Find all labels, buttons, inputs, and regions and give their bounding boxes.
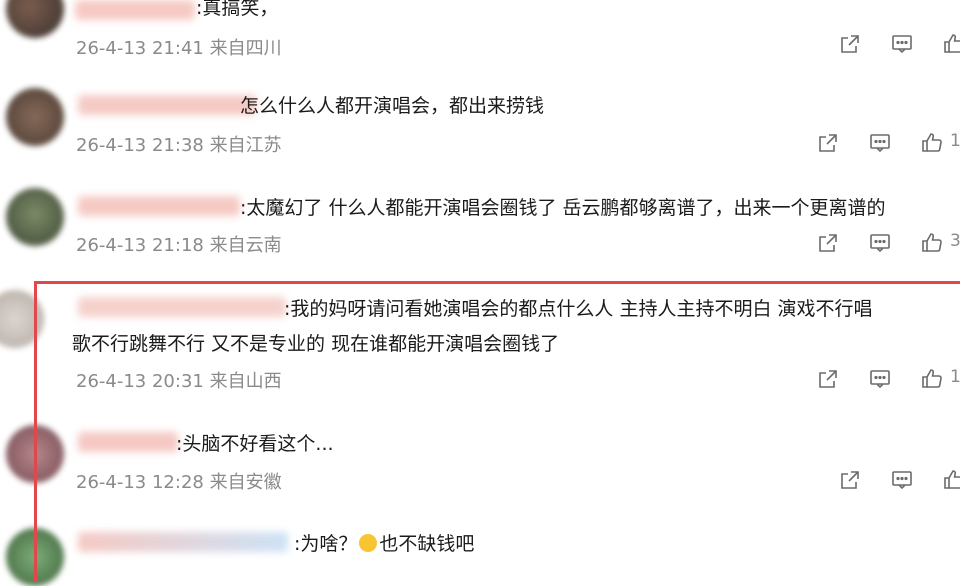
comment-actions <box>838 32 960 56</box>
comment-text: :头脑不好看这个... <box>176 433 334 455</box>
comment-text-continued: 歌不行跳舞不行 又不是专业的 现在谁都能开演唱会圈钱了 <box>72 333 560 355</box>
comment-meta: 26-4-13 21:18 来自云南 <box>76 235 282 256</box>
avatar[interactable] <box>6 425 64 483</box>
share-icon[interactable] <box>838 32 864 56</box>
comment-icon[interactable] <box>868 231 894 255</box>
share-icon[interactable] <box>816 131 842 155</box>
comment-icon[interactable] <box>890 32 916 56</box>
comment-text: :真搞笑， <box>196 0 279 19</box>
thumbs-up-icon[interactable]: 1 <box>920 131 960 155</box>
username-blurred[interactable] <box>75 0 195 20</box>
comment-actions: 1 <box>816 131 960 155</box>
comment-text: :我的妈呀请问看她演唱会的都点什么人 主持人主持不明白 演戏不行唱 <box>284 298 873 320</box>
avatar[interactable] <box>6 88 64 146</box>
share-icon[interactable] <box>838 468 864 492</box>
comment-text: :为啥？ 也不缺钱吧 <box>294 530 474 558</box>
thumbs-up-icon[interactable] <box>942 468 960 492</box>
thumbs-up-icon[interactable]: 3 <box>920 231 960 255</box>
comment-text-part: :为啥？ <box>294 533 358 555</box>
comment-text: 怎么什么人都开演唱会，都出来捞钱 <box>240 95 545 117</box>
like-count: 3 <box>950 231 960 251</box>
comment-text: :太魔幻了 什么人都能开演唱会圈钱了 岳云鹏都够离谱了，出来一个更离谱的 <box>240 197 886 219</box>
share-icon[interactable] <box>816 367 842 391</box>
avatar[interactable] <box>6 188 64 246</box>
like-count: 1 <box>950 131 960 151</box>
avatar[interactable] <box>6 528 64 586</box>
comment-icon[interactable] <box>890 468 916 492</box>
comment-meta: 26-4-13 20:31 来自山西 <box>76 371 282 392</box>
username-blurred[interactable] <box>78 297 286 317</box>
comment-meta: 26-4-13 21:38 来自江苏 <box>76 135 282 156</box>
share-icon[interactable] <box>816 231 842 255</box>
comment-meta: 26-4-13 21:41 来自四川 <box>76 38 282 59</box>
comment-actions: 1 <box>816 367 960 391</box>
thumbs-up-icon[interactable] <box>942 32 960 56</box>
like-count: 1 <box>950 367 960 387</box>
username-blurred[interactable] <box>78 95 256 115</box>
avatar[interactable] <box>0 290 44 348</box>
comment-meta: 26-4-13 12:28 来自安徽 <box>76 472 282 493</box>
username-blurred[interactable] <box>78 196 240 216</box>
comment-actions <box>838 468 960 492</box>
avatar[interactable] <box>6 0 64 38</box>
emoji-icon <box>359 534 378 552</box>
comment-icon[interactable] <box>868 131 894 155</box>
comment-icon[interactable] <box>868 367 894 391</box>
comment-text-part: 也不缺钱吧 <box>379 533 475 555</box>
thumbs-up-icon[interactable]: 1 <box>920 367 960 391</box>
username-blurred[interactable] <box>78 432 178 452</box>
comment-actions: 3 <box>816 231 960 255</box>
username-blurred[interactable] <box>78 532 288 552</box>
